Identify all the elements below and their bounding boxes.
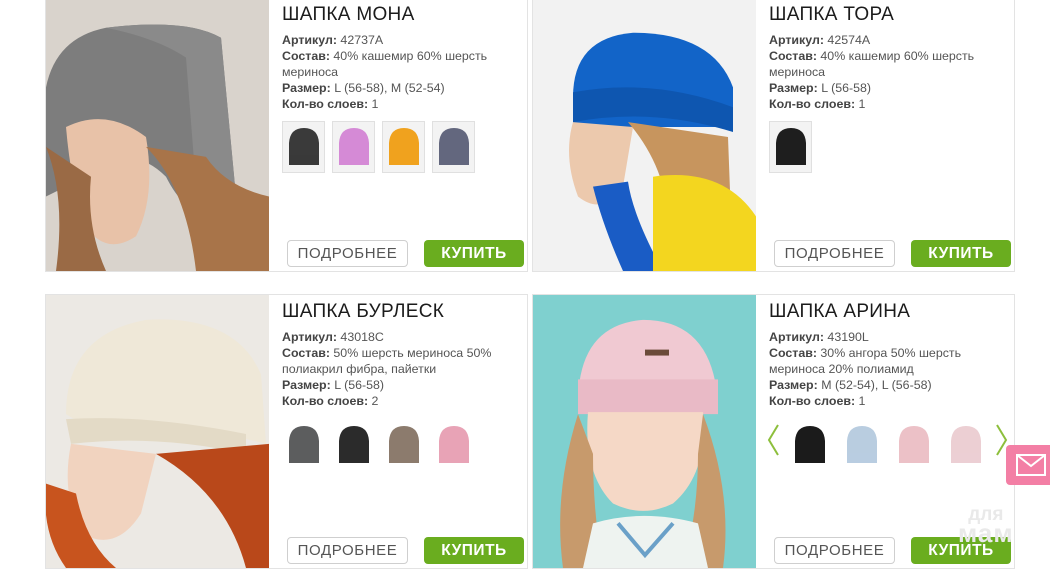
color-swatch[interactable]: [840, 419, 883, 471]
color-swatches: [769, 121, 812, 173]
color-swatch[interactable]: [944, 419, 987, 471]
color-swatch[interactable]: [788, 419, 831, 471]
hat-swatch-icon: [388, 128, 419, 165]
layers-value: 1: [858, 394, 866, 408]
buy-button[interactable]: КУПИТЬ: [911, 240, 1011, 267]
layers-label: Кол-во слоев:: [282, 97, 369, 111]
layers-row: Кол-во слоев: 2: [282, 393, 522, 409]
layers-label: Кол-во слоев:: [282, 394, 369, 408]
sku-value: 42737A: [340, 33, 384, 47]
hat-swatch-icon: [775, 128, 806, 165]
product-title[interactable]: ШАПКА ТОРА: [769, 4, 1009, 26]
composition-label: Состав:: [282, 346, 330, 360]
layers-row: Кол-во слоев: 1: [769, 393, 1009, 409]
buy-button[interactable]: КУПИТЬ: [424, 240, 524, 267]
composition-row: Состав: 50% шерсть мериноса 50% полиакри…: [282, 345, 522, 377]
layers-value: 1: [858, 97, 866, 111]
details-button[interactable]: ПОДРОБНЕЕ: [774, 537, 895, 564]
product-photo-arina[interactable]: [533, 295, 756, 568]
size-label: Размер:: [282, 378, 331, 392]
hat-swatch-icon: [288, 128, 319, 165]
watermark-logo: для мам: [958, 505, 1014, 548]
product-title[interactable]: ШАПКА МОНА: [282, 4, 522, 26]
feedback-mail-button[interactable]: [1006, 445, 1050, 485]
composition-label: Состав:: [282, 49, 330, 63]
product-card-burlesk: ШАПКА БУРЛЕСК Артикул: 43018C Состав: 50…: [45, 294, 528, 569]
chevron-left-icon[interactable]: [766, 423, 780, 457]
hat-swatch-icon: [338, 426, 369, 463]
product-card-arina: ШАПКА АРИНА Артикул: 43190L Состав: 30% …: [532, 294, 1015, 569]
size-value: L (56-58): [821, 81, 872, 95]
sku-label: Артикул:: [282, 330, 337, 344]
color-swatch[interactable]: [282, 419, 325, 471]
hat-swatch-icon: [438, 128, 469, 165]
color-swatch[interactable]: [769, 121, 812, 173]
product-title[interactable]: ШАПКА АРИНА: [769, 301, 1009, 323]
color-swatches: [282, 419, 475, 471]
size-label: Размер:: [769, 81, 818, 95]
composition-row: Состав: 30% ангора 50% шерсть мериноса 2…: [769, 345, 1009, 377]
sku-value: 42574A: [827, 33, 871, 47]
color-swatch[interactable]: [332, 121, 375, 173]
color-swatch[interactable]: [332, 419, 375, 471]
layers-label: Кол-во слоев:: [769, 97, 856, 111]
sku-value: 43018C: [340, 330, 384, 344]
size-row: Размер: L (56-58): [769, 80, 1009, 96]
color-swatch[interactable]: [892, 419, 935, 471]
layers-value: 1: [371, 97, 379, 111]
layers-value: 2: [371, 394, 379, 408]
color-swatch[interactable]: [382, 121, 425, 173]
composition-row: Состав: 40% кашемир 60% шерсть мериноса: [282, 48, 522, 80]
size-row: Размер: L (56-58): [282, 377, 522, 393]
product-card-mona: ШАПКА МОНА Артикул: 42737A Состав: 40% к…: [45, 0, 528, 272]
hat-swatch-icon: [950, 426, 981, 463]
product-card-tora: ШАПКА ТОРА Артикул: 42574A Состав: 40% к…: [532, 0, 1015, 272]
product-photo-tora[interactable]: [533, 0, 756, 271]
product-photo-mona[interactable]: [46, 0, 269, 271]
sku-value: 43190L: [827, 330, 869, 344]
product-photo-burlesk[interactable]: [46, 295, 269, 568]
envelope-icon: [1016, 454, 1046, 476]
size-value: L (56-58): [334, 378, 385, 392]
hat-swatch-icon: [898, 426, 929, 463]
hat-swatch-icon: [438, 426, 469, 463]
composition-label: Состав:: [769, 49, 817, 63]
color-swatches: [788, 419, 987, 471]
layers-label: Кол-во слоев:: [769, 394, 856, 408]
details-button[interactable]: ПОДРОБНЕЕ: [287, 240, 408, 267]
sku-row: Артикул: 43190L: [769, 329, 1009, 345]
size-label: Размер:: [769, 378, 818, 392]
sku-label: Артикул:: [282, 33, 337, 47]
hat-swatch-icon: [288, 426, 319, 463]
buy-button[interactable]: КУПИТЬ: [424, 537, 524, 564]
color-swatch[interactable]: [282, 121, 325, 173]
color-swatches: [282, 121, 475, 173]
details-button[interactable]: ПОДРОБНЕЕ: [774, 240, 895, 267]
sku-label: Артикул:: [769, 33, 824, 47]
color-swatch[interactable]: [432, 419, 475, 471]
hat-swatch-icon: [388, 426, 419, 463]
hat-swatch-icon: [794, 426, 825, 463]
sku-row: Артикул: 43018C: [282, 329, 522, 345]
layers-row: Кол-во слоев: 1: [282, 96, 522, 112]
product-title[interactable]: ШАПКА БУРЛЕСК: [282, 301, 522, 323]
details-button[interactable]: ПОДРОБНЕЕ: [287, 537, 408, 564]
watermark-line2: мам: [958, 518, 1014, 548]
sku-row: Артикул: 42737A: [282, 32, 522, 48]
color-swatch[interactable]: [432, 121, 475, 173]
sku-label: Артикул:: [769, 330, 824, 344]
size-value: M (52-54), L (56-58): [821, 378, 932, 392]
composition-label: Состав:: [769, 346, 817, 360]
composition-row: Состав: 40% кашемир 60% шерсть мериноса: [769, 48, 1009, 80]
color-swatch[interactable]: [382, 419, 425, 471]
hat-swatch-icon: [338, 128, 369, 165]
size-value: L (56-58), M (52-54): [334, 81, 445, 95]
hat-swatch-icon: [846, 426, 877, 463]
size-row: Размер: M (52-54), L (56-58): [769, 377, 1009, 393]
sku-row: Артикул: 42574A: [769, 32, 1009, 48]
size-row: Размер: L (56-58), M (52-54): [282, 80, 522, 96]
size-label: Размер:: [282, 81, 331, 95]
layers-row: Кол-во слоев: 1: [769, 96, 1009, 112]
